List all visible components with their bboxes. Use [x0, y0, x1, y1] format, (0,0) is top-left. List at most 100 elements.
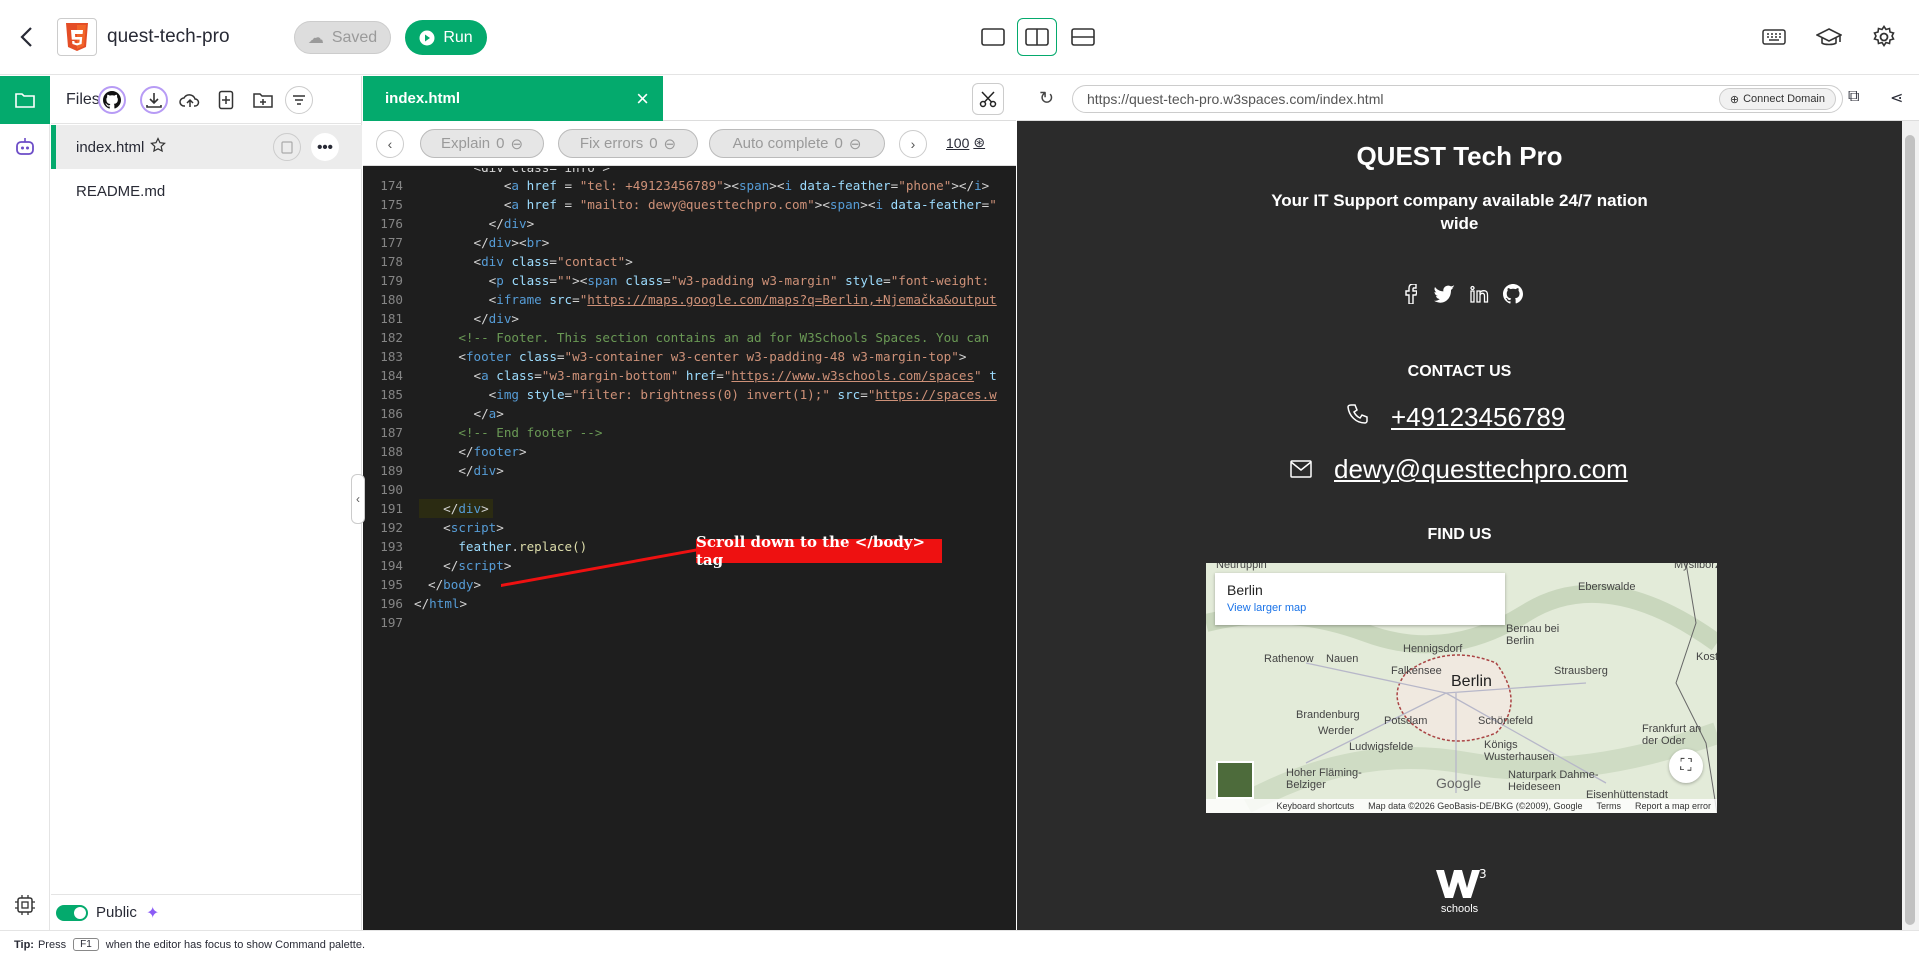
open-external-icon[interactable]: ⧉ [1848, 88, 1859, 106]
map-label: Hoher Fläming-Belziger [1286, 767, 1362, 791]
layout-split-vertical-button[interactable] [1017, 18, 1057, 56]
folder-icon [15, 93, 35, 108]
share-icon[interactable]: ⋖ [1890, 88, 1903, 108]
refresh-icon[interactable]: ↻ [1039, 88, 1054, 109]
public-toggle[interactable] [56, 905, 88, 921]
map-label: Eberswalde [1578, 581, 1636, 593]
map-label: Nauen [1326, 653, 1359, 665]
chevron-left-icon[interactable]: ‹ [376, 130, 404, 158]
upload-cloud-icon[interactable] [176, 86, 204, 114]
scrollbar-thumb[interactable] [1905, 135, 1915, 925]
file-sidebar: Files index.html ••• README.md Public ✦ [51, 76, 362, 930]
google-logo: Google [1436, 775, 1482, 791]
graduation-cap-icon[interactable] [1814, 22, 1844, 52]
phone-icon [1347, 402, 1369, 433]
run-label: Run [443, 28, 473, 46]
w3schools-footer-logo[interactable]: 3 schools [1017, 866, 1902, 915]
preview-scrollbar[interactable] [1902, 121, 1919, 930]
satellite-toggle[interactable] [1216, 761, 1254, 799]
play-icon [419, 30, 435, 45]
w3-logo-icon: 3 [1435, 867, 1486, 898]
more-options-icon[interactable]: ••• [311, 133, 339, 161]
split-horizontal-icon [1071, 28, 1095, 46]
email-text: dewy@questtechpro.com [1334, 454, 1628, 484]
map-label: Königs Wusterhausen [1484, 739, 1555, 763]
tab-index-html[interactable]: index.html × [363, 76, 663, 121]
fix-errors-count: 0 [649, 135, 658, 152]
auto-complete-count: 0 [834, 135, 843, 152]
cloud-check-icon: ☁ [307, 29, 324, 47]
chevron-right-icon[interactable]: › [899, 130, 927, 158]
terms-link[interactable]: Terms [1596, 801, 1621, 811]
map-label: Hennigsdorf [1403, 643, 1463, 655]
chip-icon[interactable] [12, 892, 38, 918]
github-icon[interactable] [98, 86, 126, 114]
file-item-index-html[interactable]: index.html ••• [51, 125, 362, 169]
file-item-readme[interactable]: README.md [51, 169, 362, 213]
filter-icon[interactable] [285, 86, 313, 114]
minus-circle-icon: ⊖ [848, 135, 862, 153]
split-vertical-icon [1025, 28, 1049, 46]
star-icon[interactable] [150, 137, 167, 157]
new-folder-icon[interactable] [249, 86, 277, 114]
explain-count: 0 [496, 135, 505, 152]
embedded-map[interactable]: Neuruppin Eberswalde Bernau bei Berlin H… [1206, 563, 1717, 813]
files-header: Files [51, 76, 362, 124]
keyboard-shortcuts-link[interactable]: Keyboard shortcuts [1277, 801, 1355, 811]
map-label: Kost [1696, 651, 1717, 663]
explain-button[interactable]: Explain 0 ⊖ [420, 129, 544, 158]
facebook-icon[interactable] [1400, 283, 1422, 305]
twitter-icon[interactable] [1434, 283, 1456, 305]
zoom-level[interactable]: 100 ⊛ [946, 134, 985, 151]
run-button[interactable]: Run [405, 20, 487, 55]
zoom-value: 100 [946, 134, 970, 151]
ai-assistant-icon[interactable] [12, 134, 38, 160]
back-arrow-icon[interactable] [14, 22, 38, 52]
activity-rail [0, 76, 50, 930]
map-info-card: Berlin View larger map [1215, 573, 1505, 625]
map-label: Strausberg [1554, 665, 1608, 677]
minus-circle-icon: ⊖ [663, 135, 677, 153]
footer-brand-text: schools [1440, 903, 1479, 915]
phone-text: +49123456789 [1391, 402, 1566, 432]
fix-errors-button[interactable]: Fix errors 0 ⊖ [558, 129, 698, 158]
tip-label: Tip: [14, 938, 34, 951]
fullscreen-icon[interactable]: ⛶ [1669, 749, 1703, 783]
email-link[interactable]: dewy@questtechpro.com [1290, 454, 1628, 485]
new-file-icon[interactable] [212, 86, 240, 114]
fix-errors-label: Fix errors [579, 135, 644, 152]
download-icon[interactable] [140, 86, 168, 114]
layout-editor-only-button[interactable] [973, 18, 1013, 56]
close-icon[interactable]: × [636, 86, 649, 112]
zoom-icon: ⊛ [973, 134, 986, 150]
contact-heading: CONTACT US [1407, 363, 1512, 380]
scissors-icon[interactable] [972, 83, 1004, 115]
top-bar: quest-tech-pro ☁ Saved Run [0, 0, 1919, 75]
url-field[interactable]: https://quest-tech-pro.w3spaces.com/inde… [1072, 85, 1843, 113]
clipboard-icon[interactable] [273, 133, 301, 161]
keyboard-icon[interactable] [1759, 22, 1789, 52]
preview-url-bar: ↻ https://quest-tech-pro.w3spaces.com/in… [1017, 76, 1919, 121]
map-label: Potsdam [1384, 715, 1428, 727]
files-panel-button[interactable] [0, 76, 50, 124]
github-icon[interactable] [1502, 283, 1524, 305]
file-name: README.md [76, 182, 166, 200]
saved-button[interactable]: ☁ Saved [294, 21, 391, 54]
map-label: Falkensee [1391, 665, 1442, 677]
report-map-error-link[interactable]: Report a map error [1635, 801, 1711, 811]
site-title: QUEST Tech Pro [1356, 141, 1563, 171]
url-text: https://quest-tech-pro.w3spaces.com/inde… [1087, 91, 1384, 107]
view-larger-map-link[interactable]: View larger map [1227, 602, 1493, 614]
map-label: Ludwigsfelde [1349, 741, 1414, 753]
connect-domain-button[interactable]: ⊕ Connect Domain [1718, 88, 1836, 110]
linkedin-icon[interactable] [1468, 283, 1490, 305]
auto-complete-button[interactable]: Auto complete 0 ⊖ [709, 129, 885, 158]
layout-split-horizontal-button[interactable] [1063, 18, 1103, 56]
collapse-sidebar-handle[interactable]: ‹ [351, 474, 365, 524]
explain-label: Explain [440, 135, 491, 152]
map-label: Brandenburg [1296, 709, 1360, 721]
map-place-name: Berlin [1227, 582, 1263, 598]
phone-link[interactable]: +49123456789 [1347, 402, 1565, 433]
map-label: Neuruppin [1216, 563, 1267, 571]
gear-icon[interactable] [1869, 22, 1899, 52]
